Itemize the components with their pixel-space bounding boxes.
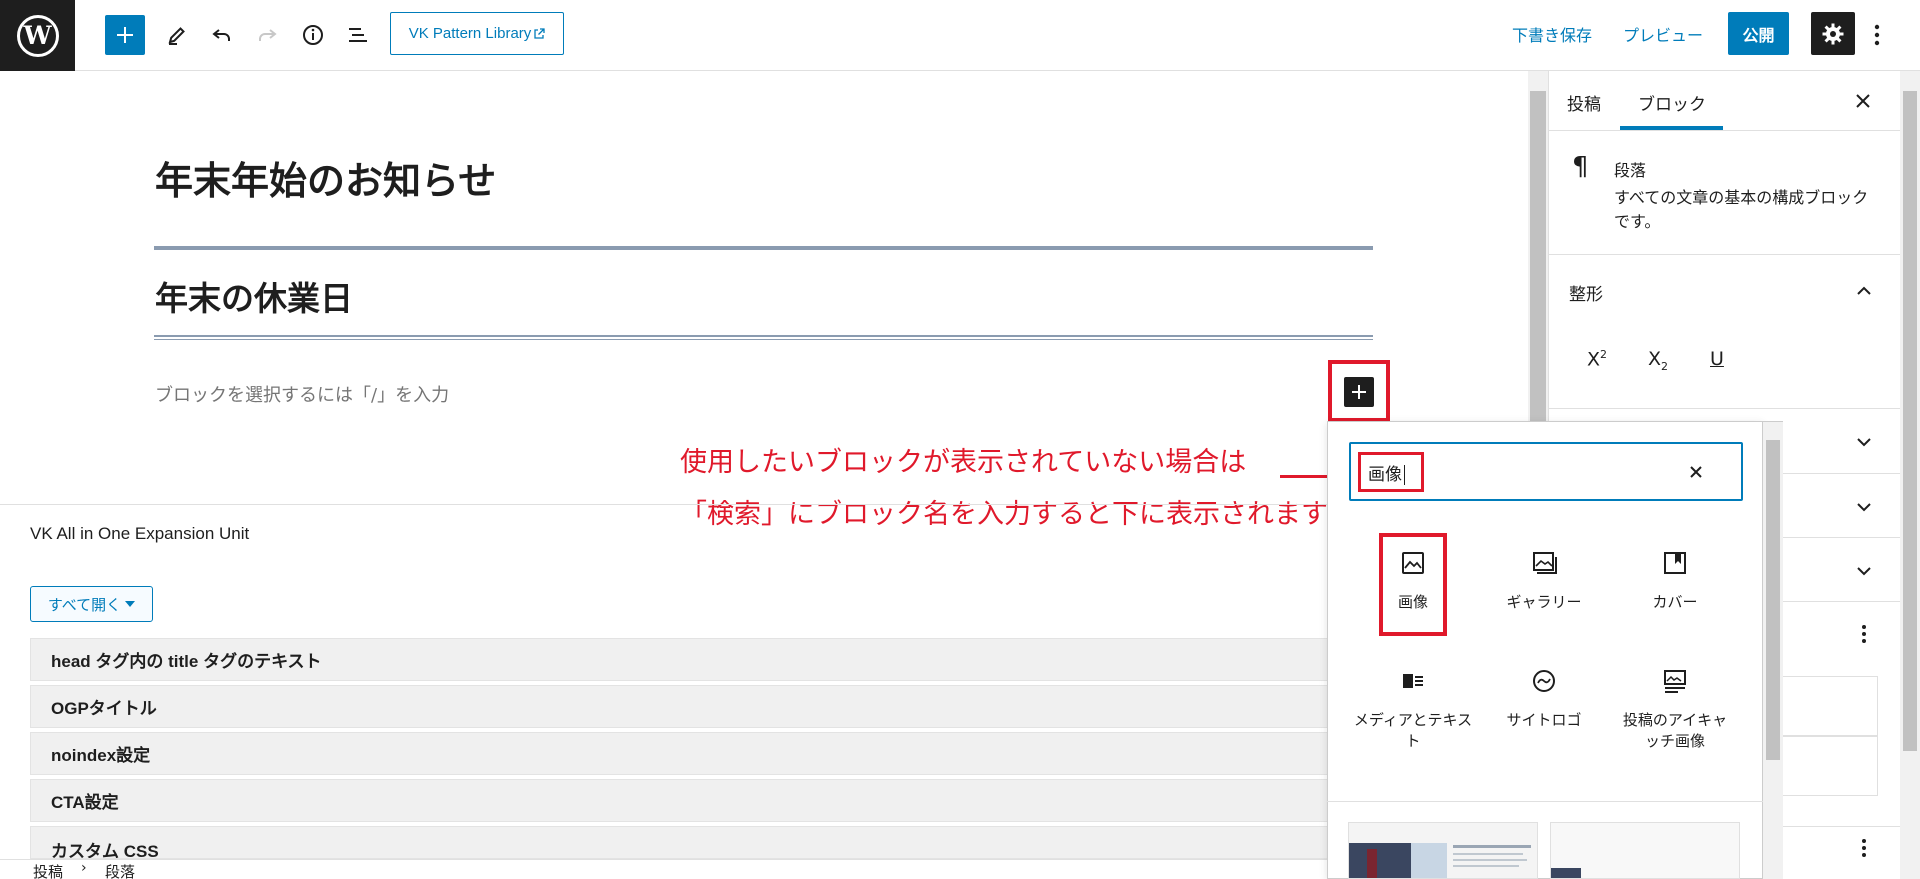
- gallery-icon: [1529, 548, 1559, 578]
- info-icon: [303, 25, 323, 45]
- close-icon: [1690, 466, 1702, 478]
- sidebar-divider: [1548, 254, 1900, 255]
- vk-pattern-library-button[interactable]: VK Pattern Library: [390, 12, 564, 55]
- tab-block[interactable]: ブロック: [1638, 90, 1706, 115]
- block-item-media-text[interactable]: メディアとテキスト: [1348, 666, 1478, 752]
- inline-block-inserter-button[interactable]: [1344, 377, 1374, 407]
- clear-search-button[interactable]: [1683, 459, 1709, 485]
- open-all-label: すべて開く: [47, 595, 122, 614]
- open-all-button[interactable]: すべて開く: [30, 586, 153, 622]
- typography-panel-title[interactable]: 整形: [1569, 280, 1603, 305]
- inserter-scrollbar-thumb[interactable]: [1766, 440, 1780, 760]
- external-link-icon: [534, 27, 545, 39]
- annotation-highlight-image-block: [1379, 533, 1447, 636]
- metabox-row-cta[interactable]: CTA設定: [30, 779, 1340, 822]
- inserter-scrollbar[interactable]: [1763, 421, 1783, 879]
- site-logo-icon: [1529, 666, 1559, 696]
- more-vertical-icon[interactable]: [1852, 622, 1876, 646]
- block-item-cover[interactable]: カバー: [1610, 548, 1740, 613]
- annotation-text-line-1: 使用したいブロックが表示されていない場合は: [680, 447, 1247, 478]
- metabox-row-title-tag[interactable]: head タグ内の title タグのテキスト: [30, 638, 1340, 681]
- block-item-site-logo[interactable]: サイトロゴ: [1479, 666, 1609, 731]
- breadcrumb-item-post[interactable]: 投稿: [33, 861, 63, 879]
- undo-button[interactable]: [202, 15, 242, 55]
- gear-icon: [1822, 23, 1844, 44]
- pencil-icon: [168, 27, 185, 45]
- sidebar-scrollbar-thumb[interactable]: [1903, 91, 1917, 751]
- sidebar-divider: [1548, 130, 1900, 131]
- preview-button[interactable]: プレビュー: [1623, 22, 1703, 46]
- breadcrumb-separator-icon: ›: [81, 860, 87, 876]
- block-inserter-toggle[interactable]: [105, 15, 145, 55]
- save-draft-button[interactable]: 下書き保存: [1512, 22, 1592, 46]
- paragraph-icon: ¶: [1572, 152, 1589, 182]
- metabox-row-ogp-title[interactable]: OGPタイトル: [30, 685, 1340, 728]
- redo-button[interactable]: [247, 15, 287, 55]
- settings-button[interactable]: [1811, 12, 1855, 55]
- heading-underline-thin: [154, 339, 1373, 340]
- heading-underline: [154, 335, 1373, 337]
- tab-post[interactable]: 投稿: [1567, 90, 1601, 115]
- caret-down-icon: [125, 601, 136, 607]
- annotation-text-line-2: 「検索」にブロック名を入力すると下に表示されます: [680, 499, 1328, 530]
- details-button[interactable]: [293, 15, 333, 55]
- options-menu-button[interactable]: [1862, 15, 1892, 55]
- cover-icon: [1660, 548, 1690, 578]
- featured-image-icon: [1660, 666, 1690, 696]
- subscript-button[interactable]: X2: [1648, 348, 1668, 373]
- plus-icon: [1352, 385, 1366, 399]
- post-title[interactable]: 年末年始のお知らせ: [155, 150, 496, 205]
- redo-icon: [259, 29, 277, 41]
- metabox-divider: [0, 504, 1330, 505]
- media-text-icon: [1398, 666, 1428, 696]
- block-card-title: 段落: [1614, 161, 1647, 180]
- publish-button[interactable]: 公開: [1728, 12, 1789, 55]
- block-item-featured-image[interactable]: 投稿のアイキャッチ画像: [1610, 666, 1740, 752]
- close-sidebar-button[interactable]: [1848, 86, 1878, 116]
- pattern-preview-thumbnail[interactable]: [1550, 822, 1740, 879]
- annotation-highlight-search: [1358, 452, 1424, 492]
- wordpress-logo-icon: W: [16, 14, 59, 57]
- more-vertical-icon: [1874, 24, 1880, 46]
- undo-icon: [212, 29, 230, 41]
- metabox-row-custom-css[interactable]: カスタム CSS: [30, 826, 1340, 859]
- more-vertical-icon[interactable]: [1852, 836, 1876, 860]
- block-card-description: すべての文章の基本の構成ブロックです。: [1614, 188, 1869, 231]
- pattern-preview-thumbnail[interactable]: [1348, 822, 1538, 879]
- title-separator: [154, 246, 1373, 250]
- heading-block[interactable]: 年末の休業日: [155, 272, 353, 320]
- vk-pattern-library-label: VK Pattern Library: [408, 25, 532, 42]
- list-view-icon: [349, 28, 367, 42]
- chevron-down-icon[interactable]: [1852, 559, 1876, 583]
- underline-button[interactable]: U: [1710, 348, 1724, 370]
- superscript-button[interactable]: X2: [1587, 348, 1607, 370]
- metabox-title: VK All in One Expansion Unit: [30, 524, 250, 543]
- breadcrumb-item-paragraph[interactable]: 段落: [105, 861, 135, 879]
- chevron-down-icon[interactable]: [1852, 495, 1876, 519]
- sidebar-scrollbar[interactable]: [1900, 71, 1920, 879]
- close-icon: [1856, 94, 1870, 108]
- plus-icon: [117, 27, 133, 43]
- chevron-down-icon[interactable]: [1852, 430, 1876, 454]
- chevron-up-icon[interactable]: [1852, 278, 1876, 302]
- paragraph-placeholder[interactable]: ブロックを選択するには「/」を入力: [155, 381, 449, 407]
- wordpress-logo-button[interactable]: W: [0, 0, 75, 71]
- block-breadcrumb-bar: 投稿 › 段落: [0, 859, 1528, 879]
- tools-button[interactable]: [157, 15, 197, 55]
- list-view-button[interactable]: [338, 15, 378, 55]
- sidebar-divider: [1548, 408, 1900, 409]
- block-item-gallery[interactable]: ギャラリー: [1479, 548, 1609, 613]
- popover-divider: [1327, 801, 1763, 802]
- metabox-row-noindex[interactable]: noindex設定: [30, 732, 1340, 775]
